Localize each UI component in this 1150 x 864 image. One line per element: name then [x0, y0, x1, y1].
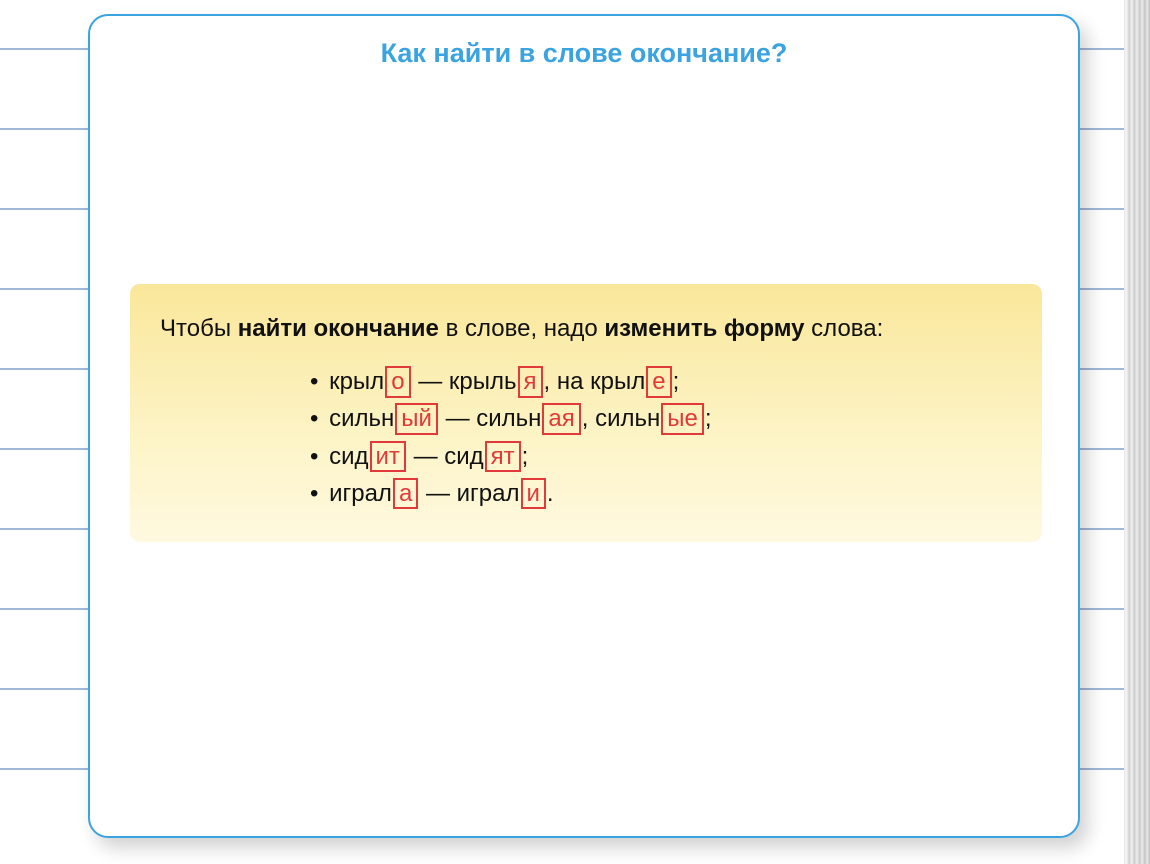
word-ending: ит — [370, 441, 406, 473]
example-line: • сидит — сидят; — [310, 438, 1012, 475]
word-stem: — играл — [419, 480, 519, 507]
bullet-icon: • — [310, 405, 325, 432]
word-stem: ; — [705, 405, 712, 432]
word-stem: сид — [329, 443, 368, 470]
rule-intro: Чтобы найти окончание в слове, надо изме… — [160, 310, 1012, 347]
bullet-icon: • — [310, 443, 325, 470]
intro-bold-2: изменить форму — [604, 315, 804, 342]
bullet-icon: • — [310, 368, 325, 395]
word-stem: сильн — [329, 405, 394, 432]
word-stem: , сильн — [582, 405, 661, 432]
bullet-icon: • — [310, 480, 325, 507]
word-stem: — сид — [407, 443, 484, 470]
word-ending: а — [393, 478, 418, 510]
word-stem: . — [547, 480, 554, 507]
word-ending: ые — [661, 403, 704, 435]
example-line: • сильный — сильная, сильные; — [310, 400, 1012, 437]
word-ending: и — [521, 478, 546, 510]
examples-list: • крыло — крылья, на крыле;• сильный — с… — [160, 363, 1012, 512]
word-ending: я — [518, 366, 543, 398]
intro-text: слова: — [805, 315, 884, 342]
card-title: Как найти в слове окончание? — [90, 38, 1078, 69]
rule-panel: Чтобы найти окончание в слове, надо изме… — [130, 284, 1042, 542]
word-stem: , на крыл — [544, 368, 646, 395]
example-line: • крыло — крылья, на крыле; — [310, 363, 1012, 400]
example-line: • играла — играли. — [310, 475, 1012, 512]
word-ending: ая — [542, 403, 580, 435]
intro-text: в слове, надо — [439, 315, 605, 342]
intro-bold-1: найти окончание — [238, 315, 439, 342]
intro-text: Чтобы — [160, 315, 238, 342]
word-stem: крыл — [329, 368, 384, 395]
word-ending: е — [646, 366, 671, 398]
word-stem: — крыль — [412, 368, 517, 395]
word-stem: ; — [673, 368, 680, 395]
lesson-card: Как найти в слове окончание? Чтобы найти… — [88, 14, 1080, 838]
word-ending: о — [385, 366, 410, 398]
word-stem: ; — [522, 443, 529, 470]
word-ending: ый — [395, 403, 438, 435]
word-stem: играл — [329, 480, 392, 507]
word-stem: — сильн — [439, 405, 542, 432]
word-ending: ят — [485, 441, 521, 473]
